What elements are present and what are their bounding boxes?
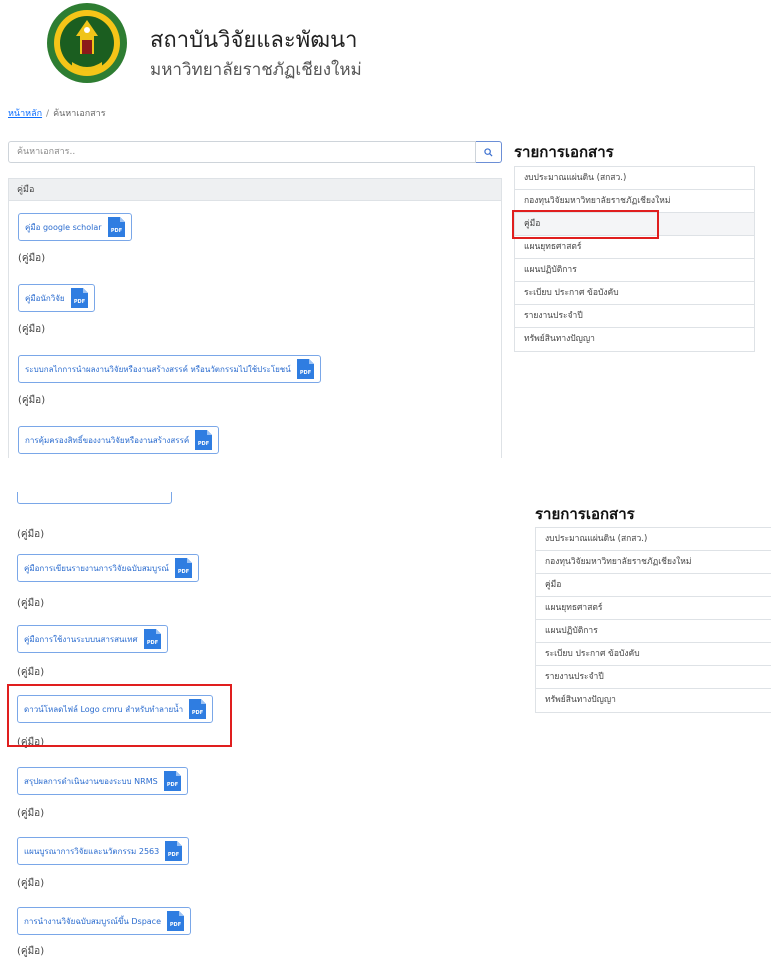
site-header: สถาบันวิจัยและพัฒนา มหาวิทยาลัยราชภัฏเชี… [0,0,771,100]
document-category: (คู่มือ) [17,529,45,540]
document-category: (คู่มือ) [18,395,46,406]
highlight-box [7,684,232,747]
document-link[interactable]: คู่มือการเขียนรายงานการวิจัยฉบับสมบูรณ์ … [17,554,199,582]
document-title: การคุ้มครองสิทธิ์ของงานวิจัยหรืองานสร้าง… [25,435,190,445]
document-link[interactable]: สรุปผลการดำเนินงานของระบบ NRMS PDF [17,767,188,795]
document-category: (คู่มือ) [17,808,45,819]
page-view-bottom: (คู่มือ) คู่มือการเขียนรายงานการวิจัยฉบั… [0,492,771,958]
site-subtitle: มหาวิทยาลัยราชภัฏเชียงใหม่ [150,60,362,80]
breadcrumb: หน้าหลัก / ค้นหาเอกสาร [8,106,106,120]
search-input[interactable] [8,141,476,163]
document-link[interactable] [17,492,172,504]
sidebar-title: รายการเอกสาร [514,143,614,161]
sidebar-title: รายการเอกสาร [535,505,635,523]
category-header: คู่มือ [9,179,501,201]
document-category: (คู่มือ) [18,253,46,264]
svg-text:PDF: PDF [300,370,311,376]
sidebar-category-list: งบประมาณแผ่นดิน (สกสว.) กองทุนวิจัยมหาวิ… [535,527,771,713]
document-title: คู่มือการใช้งานระบบนสารสนเทศ [24,634,138,644]
sidebar-item[interactable]: แผนปฏิบัติการ [515,259,754,282]
pdf-file-icon: PDF [165,841,183,861]
sidebar-item[interactable]: ทรัพย์สินทางปัญญา [515,328,754,351]
document-title: คู่มือการเขียนรายงานการวิจัยฉบับสมบูรณ์ [24,563,169,573]
sidebar-item[interactable]: แผนปฏิบัติการ [536,620,771,643]
document-category: (คู่มือ) [18,324,46,335]
document-link[interactable]: คู่มือ google scholar PDF [18,213,132,241]
sidebar-item[interactable]: กองทุนวิจัยมหาวิทยาลัยราชภัฏเชียงใหม่ [536,551,771,574]
document-link[interactable]: การคุ้มครองสิทธิ์ของงานวิจัยหรืองานสร้าง… [18,426,220,454]
page-view-top: สถาบันวิจัยและพัฒนา มหาวิทยาลัยราชภัฏเชี… [0,0,771,458]
svg-text:PDF: PDF [168,852,179,858]
pdf-file-icon: PDF [167,911,184,931]
document-category: (คู่มือ) [17,878,45,889]
pdf-file-icon: PDF [107,217,125,237]
document-title: แผนบูรณาการวิจัยและนวัตกรรม 2563 [24,846,160,856]
sidebar-item[interactable]: งบประมาณแผ่นดิน (สกสว.) [536,528,771,551]
document-title: คู่มือนักวิจัย [25,293,65,303]
university-seal-logo[interactable] [46,2,128,84]
sidebar-item[interactable]: รายงานประจำปี [536,666,771,689]
document-title: คู่มือ google scholar [25,222,102,232]
document-link[interactable]: คู่มือนักวิจัย PDF [18,284,95,312]
breadcrumb-separator: / [46,109,50,119]
pdf-file-icon: PDF [296,359,314,379]
pdf-file-icon: PDF [70,288,88,308]
breadcrumb-home-link[interactable]: หน้าหลัก [8,109,42,119]
search-button[interactable] [476,141,502,163]
svg-text:PDF: PDF [198,441,209,447]
pdf-file-icon: PDF [163,771,181,791]
sidebar-item[interactable]: รายงานประจำปี [515,305,754,328]
sidebar-item[interactable]: งบประมาณแผ่นดิน (สกสว.) [515,167,754,190]
sidebar-item[interactable]: แผนยุทธศาสตร์ [515,236,754,259]
svg-text:PDF: PDF [73,299,84,305]
document-category: (คู่มือ) [17,946,45,957]
sidebar-category-list: งบประมาณแผ่นดิน (สกสว.) กองทุนวิจัยมหาวิ… [514,166,755,352]
document-category: (คู่มือ) [17,667,45,678]
svg-text:PDF: PDF [167,782,178,788]
pdf-file-icon: PDF [143,629,161,649]
sidebar-item[interactable]: ระเบียบ ประกาศ ข้อบังคับ [536,643,771,666]
sidebar-item[interactable]: แผนยุทธศาสตร์ [536,597,771,620]
pdf-file-icon: PDF [195,430,213,450]
sidebar-item[interactable]: ทรัพย์สินทางปัญญา [536,689,771,712]
breadcrumb-current: ค้นหาเอกสาร [53,109,106,119]
document-category: (คู่มือ) [17,598,45,609]
site-title: สถาบันวิจัยและพัฒนา [150,28,358,53]
pdf-file-icon: PDF [174,558,192,578]
highlight-box [512,210,659,239]
document-link[interactable]: ระบบกลไกการนำผลงานวิจัยหรืองานสร้างสรรค์… [18,355,321,383]
document-link[interactable]: แผนบูรณาการวิจัยและนวัตกรรม 2563 PDF [17,837,190,865]
document-title: ระบบกลไกการนำผลงานวิจัยหรืองานสร้างสรรค์… [25,364,291,374]
svg-text:PDF: PDF [146,640,157,646]
sidebar-item[interactable]: ระเบียบ ประกาศ ข้อบังคับ [515,282,754,305]
svg-text:PDF: PDF [178,569,189,575]
document-link[interactable]: คู่มือการใช้งานระบบนสารสนเทศ PDF [17,625,168,653]
document-title: สรุปผลการดำเนินงานของระบบ NRMS [24,776,158,786]
search-box [8,141,502,163]
document-title: การนำงานวิจัยฉบับสมบูรณ์ขึ้น Dspace [24,916,161,926]
document-list: คู่มือ คู่มือ google scholar PDF (คู่มือ… [8,178,502,458]
svg-text:PDF: PDF [110,228,121,234]
search-icon [484,147,493,157]
document-link[interactable]: การนำงานวิจัยฉบับสมบูรณ์ขึ้น Dspace PDF [17,907,191,935]
sidebar-item[interactable]: คู่มือ [536,574,771,597]
svg-text:PDF: PDF [170,922,181,928]
